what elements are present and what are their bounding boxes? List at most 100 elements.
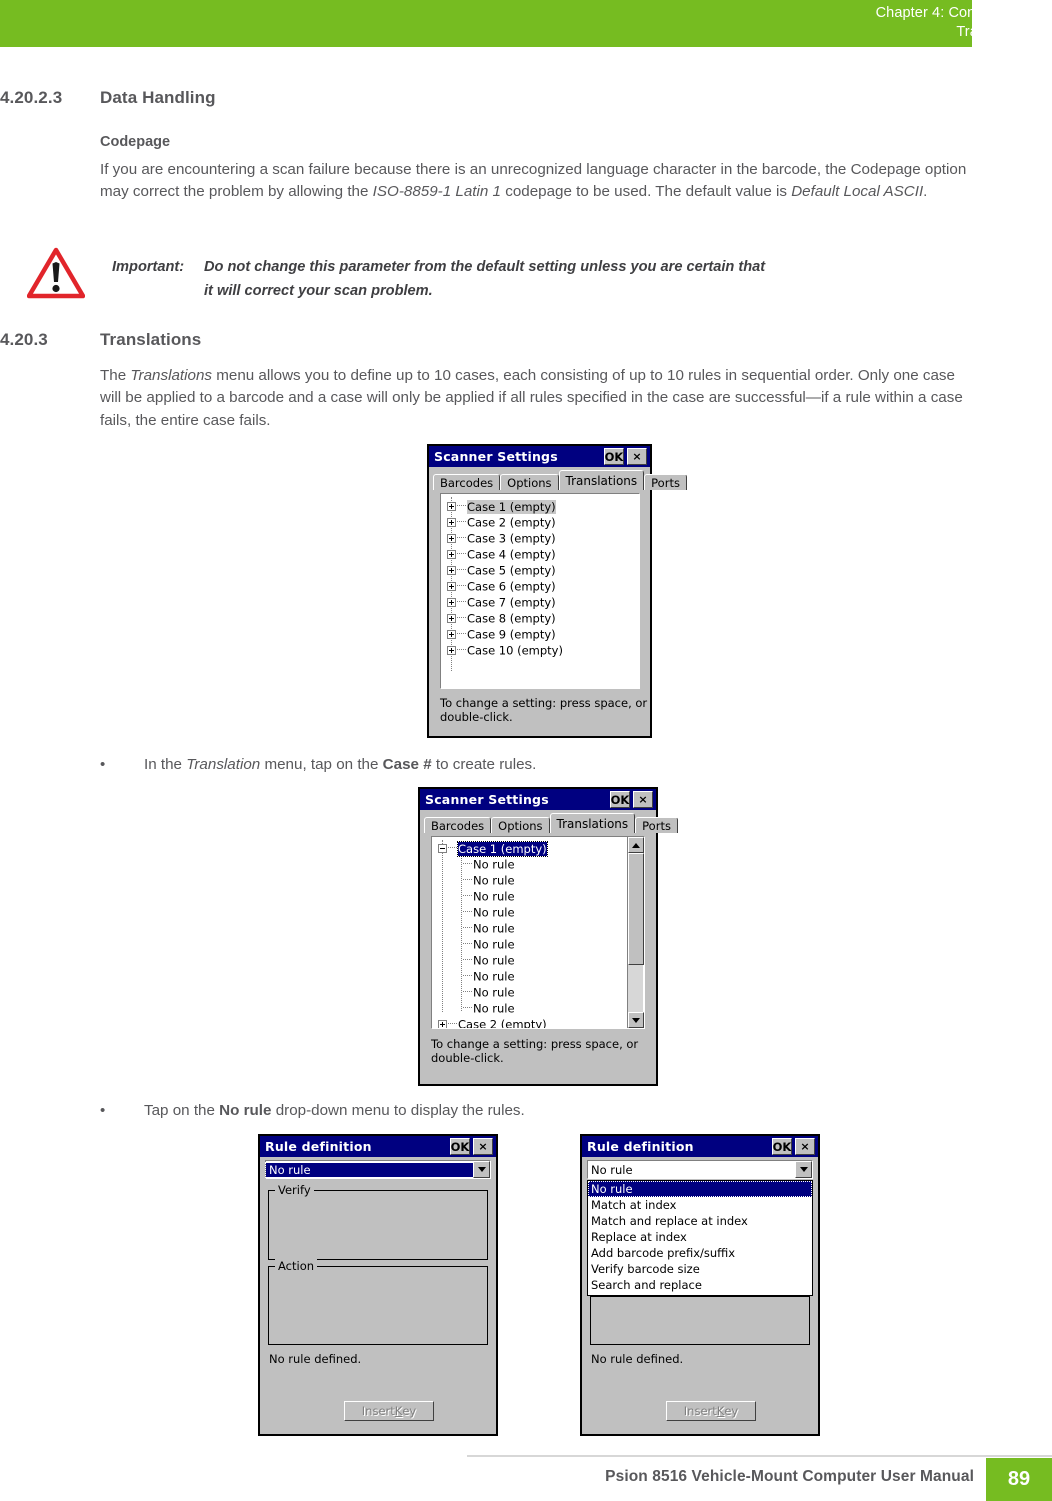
dialog2-tab-options[interactable]: Options — [491, 817, 550, 833]
tree-row[interactable]: No rule — [432, 888, 644, 904]
chevron-down-icon[interactable] — [473, 1161, 490, 1178]
scrollbar-up-button[interactable] — [628, 837, 644, 853]
scrollbar-thumb[interactable] — [628, 853, 644, 965]
tree-row[interactable]: Case 3 (empty) — [441, 530, 639, 546]
tree-row[interactable]: Case 4 (empty) — [441, 546, 639, 562]
rule-definition-dialog-closed[interactable]: Rule definition OK × No rule Verify Acti… — [258, 1134, 498, 1436]
translations-paragraph: The Translations menu allows you to defi… — [100, 365, 975, 432]
header-section-line: Translations — [956, 24, 1036, 40]
tree-row[interactable]: No rule — [432, 936, 644, 952]
tree-row[interactable]: No rule — [432, 968, 644, 984]
expand-plus-icon[interactable] — [447, 502, 456, 511]
expand-plus-icon[interactable] — [447, 550, 456, 559]
expand-plus-icon[interactable] — [447, 518, 456, 527]
dialog2-tab-ports[interactable]: Ports — [635, 817, 678, 833]
dialog1-tab-options[interactable]: Options — [500, 474, 559, 490]
tree-row[interactable]: No rule — [432, 872, 644, 888]
tree-row[interactable]: Case 8 (empty) — [441, 610, 639, 626]
dialog2-tab-translations[interactable]: Translations — [549, 813, 636, 833]
dialog2-tab-barcodes[interactable]: Barcodes — [424, 817, 492, 833]
dialog1-case-tree[interactable]: Case 1 (empty) Case 2 (empty) Case 3 (em… — [440, 493, 640, 689]
tree-dash — [463, 943, 472, 944]
bullet-2-post: drop-down menu to display the rules. — [271, 1102, 525, 1119]
tree-dash — [463, 1007, 472, 1008]
footer-page-box: 89 — [986, 1458, 1052, 1501]
rule1-insert-key-button[interactable]: Insert Key — [344, 1401, 434, 1421]
rule2-rule-type-combo[interactable]: No rule — [587, 1160, 813, 1179]
tree-row[interactable]: Case 10 (empty) — [441, 642, 639, 658]
tree-row[interactable]: Case 5 (empty) — [441, 562, 639, 578]
dialog1-close-button[interactable]: × — [627, 448, 647, 465]
expand-plus-icon[interactable] — [447, 614, 456, 623]
expand-plus-icon[interactable] — [447, 646, 456, 655]
dropdown-option[interactable]: Search and replace — [588, 1277, 812, 1293]
tree-item-label: Case 1 (empty) — [467, 499, 556, 514]
expand-plus-icon[interactable] — [447, 534, 456, 543]
rule2-dropdown-list[interactable]: No rule Match at index Match and replace… — [587, 1180, 813, 1296]
dialog1-hint-line-1: To change a setting: press space, or — [440, 696, 648, 710]
codepage-italic-iso: ISO-8859-1 Latin 1 — [372, 183, 501, 201]
dialog2-hint-line-2: double-click. — [431, 1051, 504, 1065]
dialog1-tab-translations[interactable]: Translations — [558, 470, 645, 490]
important-text-2: it will correct your scan problem. — [204, 283, 433, 299]
tree-row-expanded[interactable]: Case 1 (empty) — [432, 840, 644, 857]
expand-plus-icon[interactable] — [447, 566, 456, 575]
chevron-down-icon[interactable] — [795, 1161, 812, 1178]
rule2-insert-key-post: ey — [724, 1404, 739, 1418]
tree-row[interactable]: No rule — [432, 904, 644, 920]
rule2-insert-key-button[interactable]: Insert Key — [666, 1401, 756, 1421]
rule1-close-button[interactable]: × — [473, 1138, 493, 1155]
tree-row[interactable]: Case 7 (empty) — [441, 594, 639, 610]
rule-item-label: No rule — [473, 889, 515, 904]
dialog1-ok-button[interactable]: OK — [604, 448, 624, 465]
rule1-ok-button[interactable]: OK — [450, 1138, 470, 1155]
tree-row[interactable]: No rule — [432, 856, 644, 872]
rule1-insert-key-pre: Insert — [361, 1404, 395, 1418]
page-header-bar — [0, 0, 972, 47]
warning-triangle-icon — [27, 247, 85, 299]
tree-row[interactable]: No rule — [432, 984, 644, 1000]
collapse-minus-icon[interactable] — [438, 844, 447, 853]
translations-text-2: menu allows you to define up to 10 cases… — [100, 367, 963, 429]
rule2-close-button[interactable]: × — [795, 1138, 815, 1155]
expand-plus-icon[interactable] — [447, 582, 456, 591]
dropdown-option[interactable]: No rule — [588, 1181, 812, 1197]
expand-plus-icon[interactable] — [447, 630, 456, 639]
scanner-settings-dialog-2[interactable]: Scanner Settings OK × Barcodes Options T… — [418, 787, 678, 1086]
tree-row[interactable]: Case 9 (empty) — [441, 626, 639, 642]
scrollbar-down-button[interactable] — [628, 1012, 644, 1028]
dropdown-option[interactable]: Match and replace at index — [588, 1213, 812, 1229]
tree-row[interactable]: Case 1 (empty) — [441, 498, 639, 514]
expand-plus-icon[interactable] — [438, 1020, 447, 1028]
dropdown-option[interactable]: Add barcode prefix/suffix — [588, 1245, 812, 1261]
tree-row[interactable]: No rule — [432, 1000, 644, 1016]
dialog1-tab-barcodes[interactable]: Barcodes — [433, 474, 501, 490]
tree-row[interactable]: No rule — [432, 952, 644, 968]
rule-item-label: No rule — [473, 953, 515, 968]
dropdown-option[interactable]: Verify barcode size — [588, 1261, 812, 1277]
tree-row[interactable]: No rule — [432, 920, 644, 936]
expand-plus-icon[interactable] — [447, 598, 456, 607]
tree-row[interactable]: Case 2 (empty) — [441, 514, 639, 530]
dialog2-close-button[interactable]: × — [633, 791, 653, 808]
tree-item-label: Case 3 (empty) — [467, 531, 556, 546]
rule1-rule-type-combo[interactable]: No rule — [265, 1160, 491, 1179]
dropdown-option[interactable]: Replace at index — [588, 1229, 812, 1245]
rule-definition-dialog-open[interactable]: Rule definition OK × No rule No rule Mat… — [580, 1134, 820, 1436]
dialog1-tab-ports[interactable]: Ports — [644, 474, 687, 490]
rule2-combo-value: No rule — [591, 1162, 633, 1177]
footer-manual-title: Psion 8516 Vehicle-Mount Computer User M… — [605, 1468, 974, 1485]
dialog1-tabstrip: Barcodes Options Translations Ports — [433, 470, 687, 490]
tree-item-label: Case 2 (empty) — [467, 515, 556, 530]
bullet-1-bold: Case # — [382, 756, 432, 773]
tree-row[interactable]: Case 2 (empty) — [432, 1016, 644, 1028]
tree-dash — [457, 553, 466, 554]
rule2-ok-button[interactable]: OK — [772, 1138, 792, 1155]
scanner-settings-dialog-1[interactable]: Scanner Settings OK × Barcodes Options T… — [427, 444, 687, 738]
tree-row[interactable]: Case 6 (empty) — [441, 578, 639, 594]
dialog2-ok-button[interactable]: OK — [610, 791, 630, 808]
rule1-titlebar: Rule definition OK × — [260, 1136, 496, 1157]
dialog2-scrollbar[interactable] — [627, 837, 644, 1028]
dropdown-option[interactable]: Match at index — [588, 1197, 812, 1213]
dialog2-case-tree[interactable]: Case 1 (empty) No rule No rule No rule N… — [431, 836, 645, 1029]
